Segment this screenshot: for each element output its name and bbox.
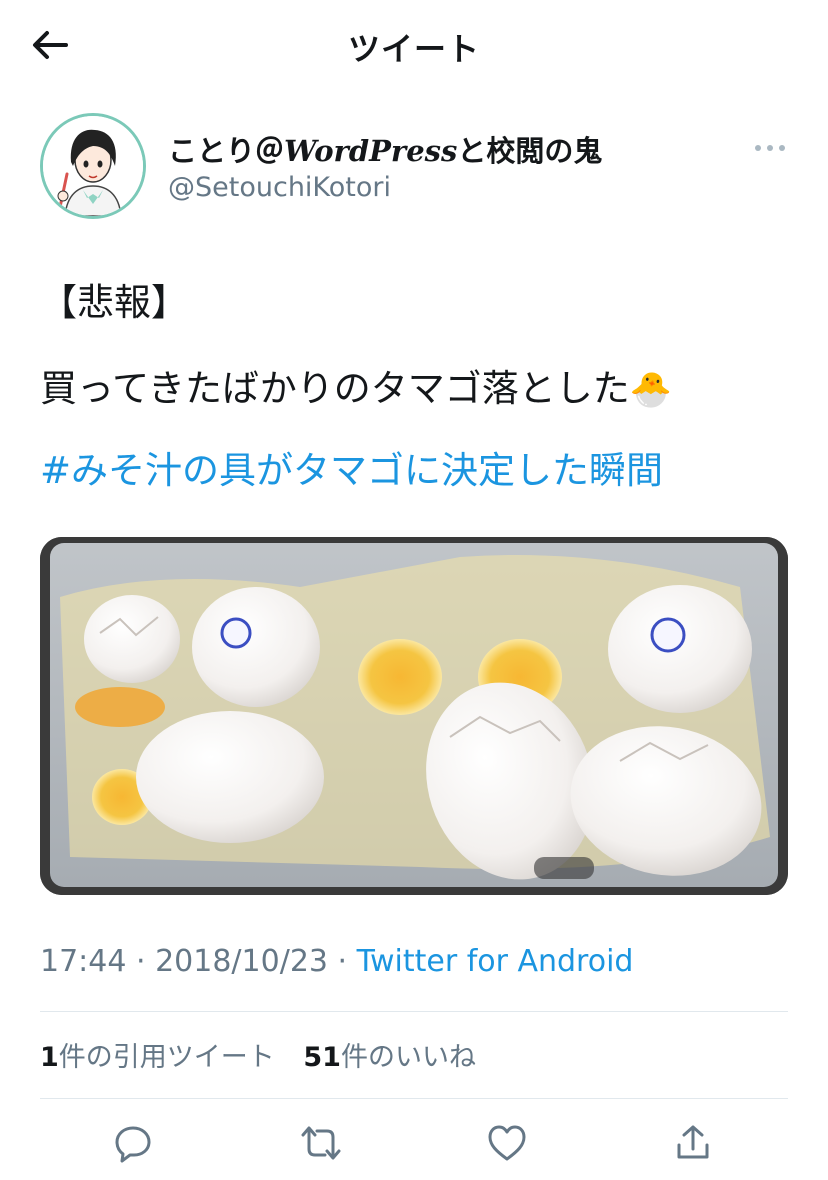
- tweet-date: 2018/10/23: [155, 944, 328, 979]
- separator: ·: [126, 944, 156, 979]
- reply-button[interactable]: [108, 1118, 158, 1168]
- tweet-stats: 1件の引用ツイート 51件のいいね: [40, 1035, 476, 1074]
- avatar-illustration-icon: [43, 116, 143, 216]
- retweet-button[interactable]: [296, 1118, 346, 1168]
- tweet-source-link[interactable]: Twitter for Android: [357, 944, 634, 979]
- avatar[interactable]: [40, 113, 146, 219]
- dot-icon: [779, 145, 785, 151]
- tweet-photo[interactable]: [40, 537, 788, 895]
- hatching-chick-emoji: 🐣: [629, 370, 673, 410]
- divider: [40, 1011, 788, 1012]
- quote-tweets-link[interactable]: 1件の引用ツイート: [40, 1042, 275, 1073]
- quote-label: 件の引用ツイート: [58, 1042, 275, 1073]
- like-button[interactable]: [482, 1118, 532, 1168]
- display-name-suffix: と校閲の鬼: [457, 134, 603, 168]
- separator: ·: [328, 944, 357, 979]
- tweet-text: 買ってきたばかりのタマゴ落とした: [40, 367, 630, 410]
- display-name[interactable]: ことり＠WordPressと校閲の鬼: [168, 128, 602, 170]
- display-name-wordpress: WordPress: [284, 134, 458, 168]
- quote-count: 1: [40, 1042, 59, 1073]
- tweet-time: 17:44: [40, 944, 127, 979]
- share-icon: [677, 1125, 709, 1159]
- display-name-prefix: ことり＠: [168, 134, 285, 168]
- tweet-text-line-2: 買ってきたばかりのタマゴ落とした🐣: [40, 358, 672, 412]
- tweet-metadata: 17:44 · 2018/10/23 · Twitter for Android: [40, 944, 633, 979]
- tweet-text-line-1: 【悲報】: [40, 281, 188, 324]
- share-button[interactable]: [668, 1118, 718, 1168]
- dot-icon: [755, 145, 761, 151]
- broken-eggs-photo-icon: [40, 537, 788, 895]
- dot-icon: [767, 145, 773, 151]
- user-handle[interactable]: @SetouchiKotori: [168, 172, 391, 203]
- reply-icon: [115, 1126, 151, 1163]
- divider: [40, 1098, 788, 1099]
- hashtag-link[interactable]: #みそ汁の具がタマゴに決定した瞬間: [40, 440, 663, 494]
- like-label: 件のいいね: [340, 1042, 476, 1073]
- heart-icon: [488, 1125, 526, 1161]
- retweet-icon: [301, 1126, 341, 1160]
- top-bar: ツイート: [0, 0, 828, 90]
- page-title: ツイート: [347, 30, 480, 68]
- likes-link[interactable]: 51件のいいね: [303, 1042, 476, 1073]
- more-options-button[interactable]: [752, 136, 788, 160]
- like-count: 51: [303, 1042, 341, 1073]
